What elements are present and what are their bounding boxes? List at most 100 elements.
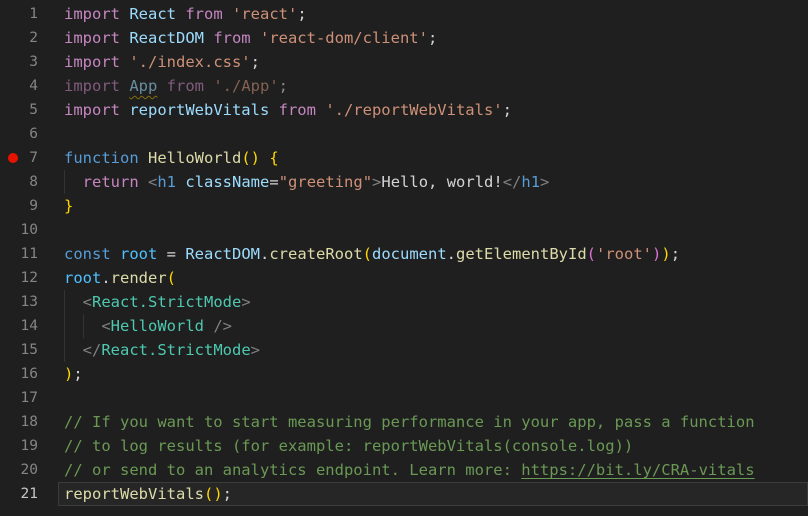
code-line[interactable]: 1 import React from 'react'; xyxy=(0,2,808,26)
code-content[interactable]: import ReactDOM from 'react-dom/client'; xyxy=(64,26,808,50)
gutter[interactable]: 21 xyxy=(0,482,64,506)
line-number[interactable]: 14 xyxy=(21,314,38,338)
gutter[interactable]: 2 xyxy=(0,26,64,50)
code-token: const xyxy=(64,245,120,263)
breakpoint-icon[interactable] xyxy=(8,153,18,163)
code-token: import xyxy=(64,5,129,23)
code-token: ; xyxy=(279,77,288,95)
gutter[interactable]: 12 xyxy=(0,266,64,290)
line-number[interactable]: 19 xyxy=(21,434,38,458)
code-content[interactable]: function HelloWorld() { xyxy=(64,146,808,170)
line-number[interactable]: 7 xyxy=(29,146,38,170)
line-number[interactable]: 13 xyxy=(21,290,38,314)
code-content[interactable]: return <h1 className="greeting">Hello, w… xyxy=(64,170,808,194)
line-number[interactable]: 5 xyxy=(29,98,38,122)
code-token: React.StrictMode xyxy=(92,293,241,311)
code-content[interactable] xyxy=(64,386,808,410)
line-number[interactable]: 20 xyxy=(21,458,38,482)
code-content[interactable]: <React.StrictMode> xyxy=(64,290,808,314)
code-token: ; xyxy=(73,365,82,383)
code-content[interactable]: reportWebVitals(); xyxy=(58,482,808,506)
code-content[interactable] xyxy=(64,218,808,242)
code-content[interactable]: // to log results (for example: reportWe… xyxy=(64,434,808,458)
gutter[interactable]: 11 xyxy=(0,242,64,266)
gutter[interactable]: 16 xyxy=(0,362,64,386)
code-line[interactable]: 17 xyxy=(0,386,808,410)
line-number[interactable]: 21 xyxy=(21,482,38,506)
code-line[interactable]: 6 xyxy=(0,122,808,146)
code-line[interactable]: 19 // to log results (for example: report… xyxy=(0,434,808,458)
gutter[interactable]: 4 xyxy=(0,74,64,98)
code-content[interactable]: root.render( xyxy=(64,266,808,290)
line-number[interactable]: 9 xyxy=(29,194,38,218)
code-content[interactable]: import './index.css'; xyxy=(64,50,808,74)
code-line[interactable]: 16); xyxy=(0,362,808,386)
code-content[interactable]: } xyxy=(64,194,808,218)
gutter[interactable]: 1 xyxy=(0,2,64,26)
code-line[interactable]: 20 // or send to an analytics endpoint. L… xyxy=(0,458,808,482)
code-token: // or send to an analytics endpoint. Lea… xyxy=(64,461,521,479)
gutter[interactable]: 9 xyxy=(0,194,64,218)
gutter[interactable]: 20 xyxy=(0,458,64,482)
line-number[interactable]: 17 xyxy=(21,386,38,410)
gutter[interactable]: 10 xyxy=(0,218,64,242)
gutter[interactable]: 5 xyxy=(0,98,64,122)
line-number[interactable]: 3 xyxy=(29,50,38,74)
code-line[interactable]: 9} xyxy=(0,194,808,218)
code-content[interactable]: // or send to an analytics endpoint. Lea… xyxy=(64,458,808,482)
code-token: ; xyxy=(297,5,306,23)
gutter[interactable]: 18 xyxy=(0,410,64,434)
gutter[interactable]: 15 xyxy=(0,338,64,362)
line-number[interactable]: 10 xyxy=(21,218,38,242)
line-number[interactable]: 18 xyxy=(21,410,38,434)
code-line[interactable]: 10 xyxy=(0,218,808,242)
line-number[interactable]: 12 xyxy=(21,266,38,290)
code-token: () xyxy=(204,485,223,503)
line-number[interactable]: 8 xyxy=(29,170,38,194)
code-content[interactable]: import reportWebVitals from './reportWeb… xyxy=(64,98,808,122)
code-line[interactable]: 11 const root = ReactDOM.createRoot(docum… xyxy=(0,242,808,266)
code-line[interactable]: 3 import './index.css'; xyxy=(0,50,808,74)
gutter[interactable]: 3 xyxy=(0,50,64,74)
code-line[interactable]: 14 <HelloWorld /> xyxy=(0,314,808,338)
line-number[interactable]: 11 xyxy=(21,242,38,266)
code-token: ; xyxy=(428,29,437,47)
code-line[interactable]: 7 function HelloWorld() { xyxy=(0,146,808,170)
gutter[interactable]: 14 xyxy=(0,314,64,338)
line-number[interactable]: 1 xyxy=(29,2,38,26)
code-content[interactable]: <HelloWorld /> xyxy=(64,314,808,338)
line-number[interactable]: 16 xyxy=(21,362,38,386)
code-line[interactable]: 4 import App from './App'; xyxy=(0,74,808,98)
code-content[interactable]: </React.StrictMode> xyxy=(64,338,808,362)
gutter[interactable]: 19 xyxy=(0,434,64,458)
line-number[interactable]: 4 xyxy=(29,74,38,98)
code-line[interactable]: 13 <React.StrictMode> xyxy=(0,290,808,314)
line-number[interactable]: 15 xyxy=(21,338,38,362)
gutter[interactable]: 17 xyxy=(0,386,64,410)
code-content[interactable]: const root = ReactDOM.createRoot(documen… xyxy=(64,242,808,266)
code-content[interactable] xyxy=(64,122,808,146)
code-line[interactable]: 18 // If you want to start measuring perf… xyxy=(0,410,808,434)
code-content[interactable]: // If you want to start measuring perfor… xyxy=(64,410,808,434)
code-line[interactable]: 21 reportWebVitals(); xyxy=(0,482,808,506)
gutter[interactable]: 13 xyxy=(0,290,64,314)
gutter[interactable]: 7 xyxy=(0,146,64,170)
code-line[interactable]: 5 import reportWebVitals from './reportWe… xyxy=(0,98,808,122)
code-line[interactable]: 2 import ReactDOM from 'react-dom/client'… xyxy=(0,26,808,50)
code-content[interactable]: import React from 'react'; xyxy=(64,2,808,26)
code-token: reportWebVitals xyxy=(64,485,204,503)
gutter[interactable]: 6 xyxy=(0,122,64,146)
comment-link[interactable]: https://bit.ly/CRA-vitals xyxy=(521,461,754,479)
line-number[interactable]: 6 xyxy=(29,122,38,146)
code-line[interactable]: 8 return <h1 className="greeting">Hello,… xyxy=(0,170,808,194)
code-content[interactable]: import App from './App'; xyxy=(64,74,808,98)
code-line[interactable]: 12 root.render( xyxy=(0,266,808,290)
code-content[interactable]: ); xyxy=(64,362,808,386)
code-token: > xyxy=(372,173,381,191)
code-line[interactable]: 15 </React.StrictMode> xyxy=(0,338,808,362)
line-number[interactable]: 2 xyxy=(29,26,38,50)
code-editor[interactable]: 1 import React from 'react'; 2 import React… xyxy=(0,0,808,516)
code-token: . xyxy=(260,245,269,263)
code-token: from xyxy=(269,101,325,119)
gutter[interactable]: 8 xyxy=(0,170,64,194)
